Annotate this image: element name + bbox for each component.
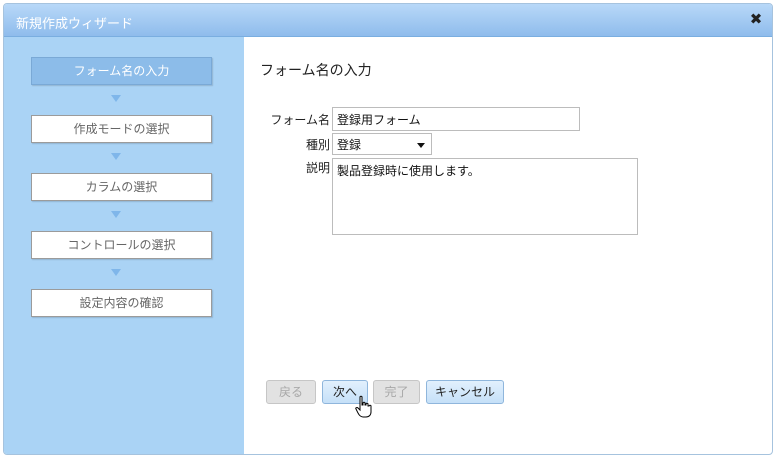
type-label: 種別	[305, 138, 330, 152]
step-create-mode: 作成モードの選択	[31, 115, 212, 143]
finish-button[interactable]: 完了	[373, 380, 420, 404]
step-controls: コントロールの選択	[31, 231, 212, 259]
step-arrow-icon	[111, 95, 121, 102]
type-select[interactable]: 登録	[332, 133, 432, 155]
step-columns: カラムの選択	[31, 173, 212, 201]
page-title: フォーム名の入力	[260, 63, 372, 79]
description-label: 説明	[305, 161, 330, 175]
close-icon[interactable]: ✖	[748, 10, 764, 28]
hand-cursor-icon	[355, 395, 372, 418]
form-name-label: フォーム名	[270, 113, 330, 127]
step-arrow-icon	[111, 211, 121, 218]
title-bar[interactable]: 新規作成ウィザード ✖	[4, 4, 772, 37]
wizard-dialog: 新規作成ウィザード ✖ フォーム名の入力 作成モードの選択 カラムの選択 コント…	[3, 3, 773, 455]
step-confirm: 設定内容の確認	[31, 289, 212, 317]
description-textarea[interactable]: 製品登録時に使用します。	[332, 158, 638, 235]
step-form-name: フォーム名の入力	[31, 57, 212, 85]
wizard-steps-sidebar: フォーム名の入力 作成モードの選択 カラムの選択 コントロールの選択 設定内容の…	[4, 37, 244, 454]
form-name-input[interactable]: 登録用フォーム	[332, 107, 580, 131]
cancel-button[interactable]: キャンセル	[426, 380, 504, 404]
type-select-value: 登録	[337, 138, 362, 152]
step-arrow-icon	[111, 269, 121, 276]
window-title: 新規作成ウィザード	[16, 17, 134, 32]
chevron-down-icon	[417, 143, 425, 148]
step-arrow-icon	[111, 153, 121, 160]
back-button[interactable]: 戻る	[266, 380, 316, 404]
